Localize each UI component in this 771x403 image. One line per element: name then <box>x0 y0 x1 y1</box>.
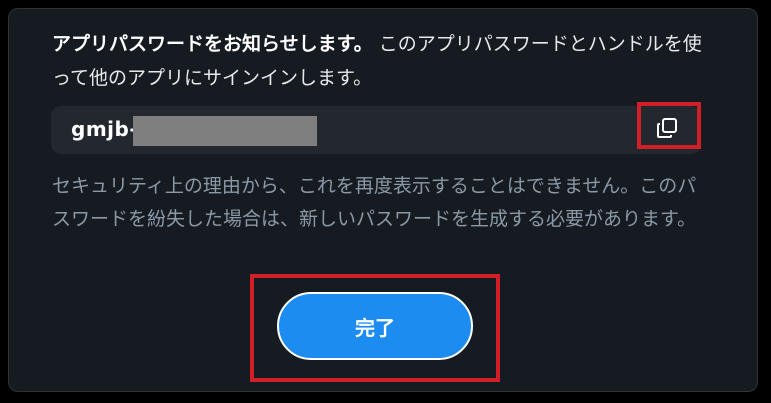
intro-title: アプリパスワードをお知らせします。 <box>52 33 373 55</box>
password-value: gmjb- <box>71 117 139 141</box>
intro-text: アプリパスワードをお知らせします。 このアプリパスワードとハンドルを使って他のア… <box>52 27 702 95</box>
security-warning: セキュリティ上の理由から、これを再度表示することはできません。このパスワードを紛… <box>52 175 697 230</box>
password-redaction <box>133 116 317 146</box>
done-button[interactable]: 完了 <box>277 292 473 360</box>
password-field: gmjb- <box>51 106 701 154</box>
copy-button[interactable] <box>648 110 686 142</box>
copy-icon <box>657 117 677 138</box>
